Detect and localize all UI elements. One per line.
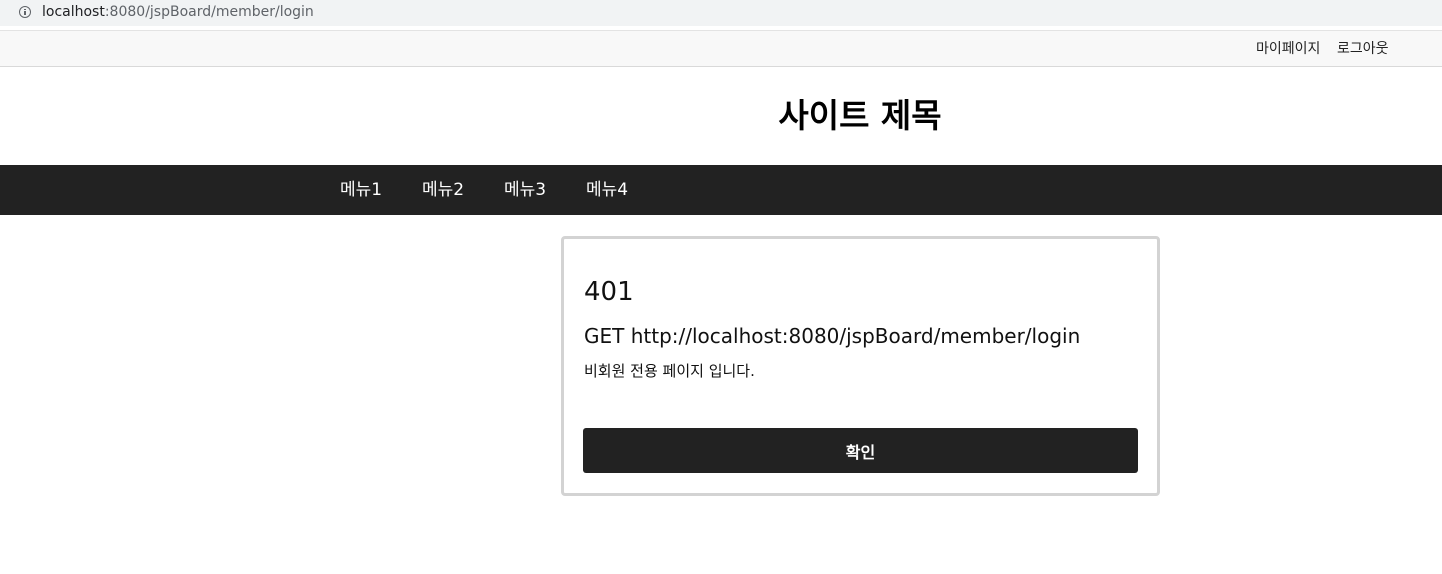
info-icon[interactable]	[19, 6, 31, 18]
nav-item-menu2[interactable]: 메뉴2	[422, 180, 464, 200]
site-title: 사이트 제목	[778, 96, 942, 135]
nav-item-menu4[interactable]: 메뉴4	[586, 180, 628, 200]
top-utility-bar: 마이페이지 로그아웃	[0, 30, 1442, 67]
nav-item-menu3[interactable]: 메뉴3	[504, 180, 546, 200]
confirm-button[interactable]: 확인	[583, 428, 1138, 473]
error-card: 401 GET http://localhost:8080/jspBoard/m…	[561, 236, 1160, 496]
error-code: 401	[584, 277, 634, 307]
url-host: localhost	[42, 4, 105, 20]
logout-link[interactable]: 로그아웃	[1337, 40, 1389, 58]
nav-item-menu1[interactable]: 메뉴1	[340, 180, 382, 200]
error-request-line: GET http://localhost:8080/jspBoard/membe…	[584, 324, 1081, 348]
error-message: 비회원 전용 페이지 입니다.	[584, 362, 755, 380]
main-nav: 메뉴1 메뉴2 메뉴3 메뉴4	[0, 165, 1442, 215]
mypage-link[interactable]: 마이페이지	[1256, 40, 1320, 58]
url-text[interactable]: localhost:8080/jspBoard/member/login	[42, 4, 314, 21]
browser-address-bar[interactable]: localhost:8080/jspBoard/member/login	[0, 0, 1442, 26]
url-path: :8080/jspBoard/member/login	[104, 4, 314, 20]
